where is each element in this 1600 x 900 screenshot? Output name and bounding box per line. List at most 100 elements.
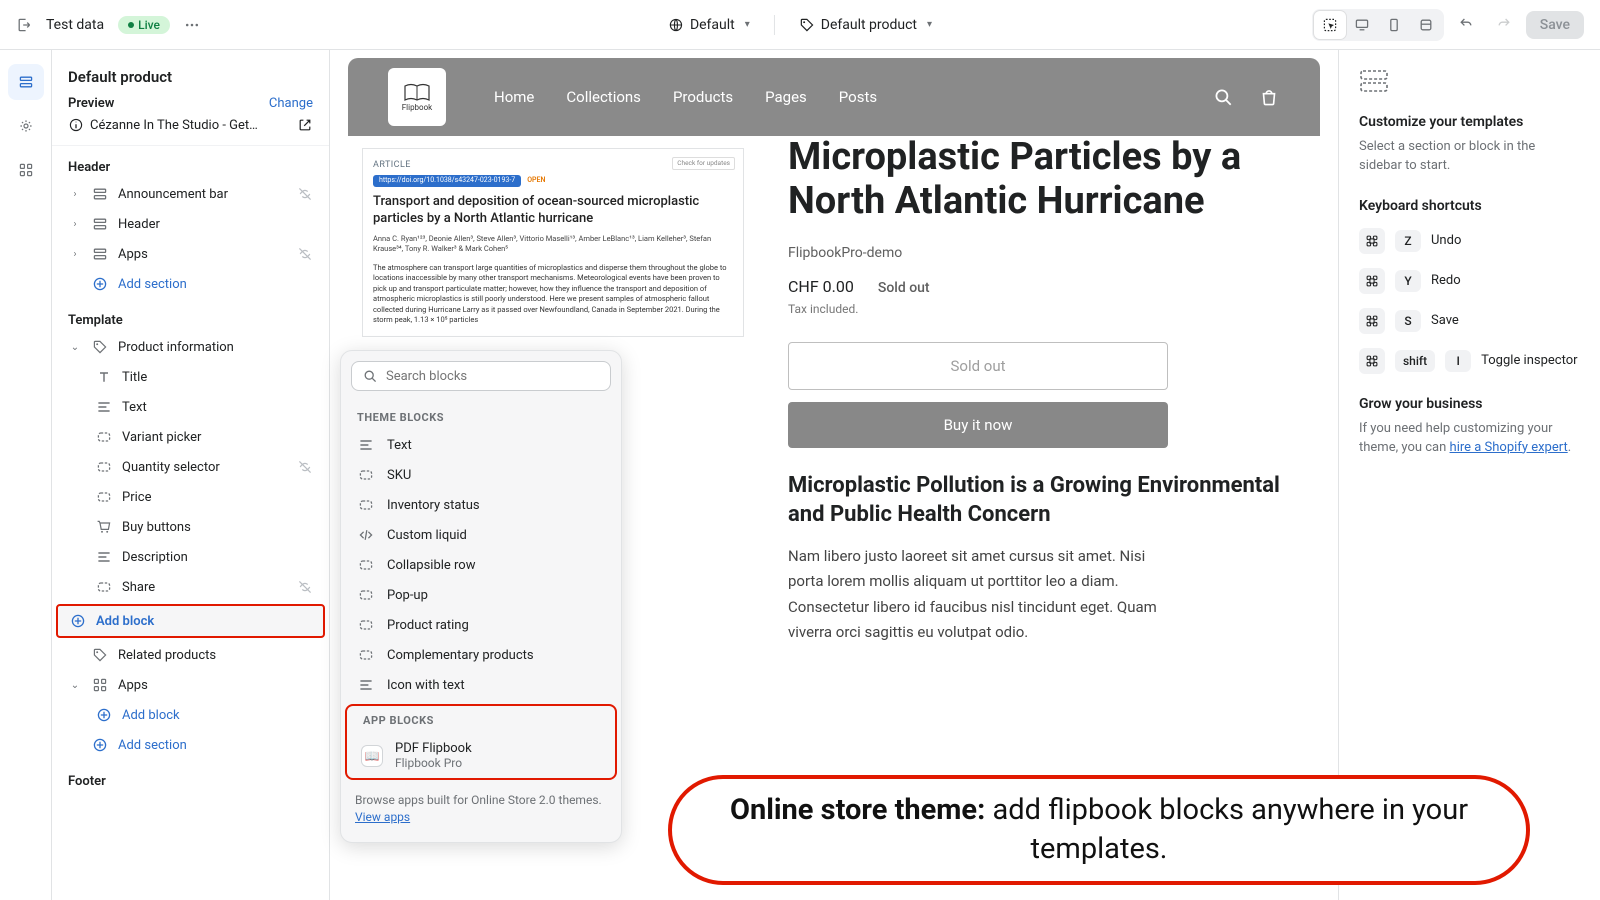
- po-item-collapsible[interactable]: Collapsible row: [341, 550, 621, 580]
- store-cart-icon[interactable]: [1258, 86, 1280, 108]
- info-icon: [68, 117, 84, 133]
- cmd-key-icon: [1359, 228, 1385, 254]
- inspector-toggle[interactable]: [1314, 11, 1346, 39]
- test-data-label: Test data: [46, 17, 104, 33]
- preview-label: Preview: [68, 96, 114, 111]
- more-icon[interactable]: [184, 17, 200, 33]
- block-title[interactable]: Title: [52, 362, 329, 392]
- nav-collections[interactable]: Collections: [566, 88, 641, 106]
- topbar: Test data Live Default Default product S…: [0, 0, 1600, 50]
- rp-heading-customize: Customize your templates: [1359, 114, 1580, 130]
- shortcut-save: SSave: [1359, 308, 1580, 334]
- shortcut-redo: YRedo: [1359, 268, 1580, 294]
- template-label: Default product: [821, 17, 917, 33]
- add-section-link[interactable]: Add section: [52, 269, 329, 299]
- undo-button[interactable]: [1450, 9, 1482, 41]
- sections-tab[interactable]: [8, 64, 44, 100]
- header-item-announcement[interactable]: › Announcement bar: [52, 179, 329, 209]
- store-search-icon[interactable]: [1212, 86, 1234, 108]
- add-block-highlighted: Add block: [56, 604, 325, 638]
- desktop-view[interactable]: [1346, 11, 1378, 39]
- hidden-icon: [297, 459, 313, 475]
- nav-posts[interactable]: Posts: [839, 88, 877, 106]
- product-title: Microplastic Particles by a North Atlant…: [788, 136, 1290, 223]
- nav-pages[interactable]: Pages: [765, 88, 807, 106]
- save-button[interactable]: Save: [1526, 11, 1584, 39]
- product-vendor: FlipbookPro-demo: [788, 245, 1290, 261]
- sections-placeholder-icon: [1359, 66, 1389, 96]
- block-text[interactable]: Text: [52, 392, 329, 422]
- header-item-header[interactable]: › Header: [52, 209, 329, 239]
- block-buy-buttons[interactable]: Buy buttons: [52, 512, 329, 542]
- block-variant-picker[interactable]: Variant picker: [52, 422, 329, 452]
- mobile-view[interactable]: [1378, 11, 1410, 39]
- product-subheading: Microplastic Pollution is a Growing Envi…: [788, 472, 1290, 529]
- product-price: CHF 0.00: [788, 277, 854, 296]
- add-section-link-2[interactable]: Add section: [52, 730, 329, 760]
- variant-label: Default: [690, 17, 735, 33]
- nav-home[interactable]: Home: [494, 88, 534, 106]
- sidebar-title: Default product: [52, 50, 329, 96]
- theme-settings-tab[interactable]: [8, 108, 44, 144]
- preview-change-link[interactable]: Change: [269, 96, 313, 111]
- exit-editor-icon[interactable]: [16, 17, 32, 33]
- storefront-logo[interactable]: Flipbook: [388, 68, 446, 126]
- hire-expert-link[interactable]: hire a Shopify expert: [1450, 440, 1568, 455]
- header-item-apps[interactable]: › Apps: [52, 239, 329, 269]
- nav-rail: [0, 50, 52, 900]
- sidebar: Default product Preview Change Cézanne I…: [52, 50, 330, 900]
- nav-products[interactable]: Products: [673, 88, 733, 106]
- add-block-link[interactable]: Add block: [58, 606, 323, 636]
- hidden-icon: [297, 579, 313, 595]
- search-blocks-input-wrap[interactable]: [351, 361, 611, 391]
- group-template: Template: [52, 299, 329, 332]
- tax-label: Tax included.: [788, 302, 1290, 316]
- block-price[interactable]: Price: [52, 482, 329, 512]
- view-apps-link[interactable]: View apps: [355, 810, 410, 824]
- po-item-rating[interactable]: Product rating: [341, 610, 621, 640]
- rp-text-customize: Select a section or block in the sidebar…: [1359, 138, 1580, 176]
- po-item-inventory[interactable]: Inventory status: [341, 490, 621, 520]
- preview-product[interactable]: Cézanne In The Studio - Get…: [68, 117, 313, 133]
- app-icon: 📖: [361, 745, 383, 767]
- block-quantity[interactable]: Quantity selector: [52, 452, 329, 482]
- globe-icon: [668, 17, 684, 33]
- po-item-icon-text[interactable]: Icon with text: [341, 670, 621, 700]
- popover-footer: Browse apps built for Online Store 2.0 t…: [341, 784, 621, 832]
- cmd-key-icon: [1359, 308, 1385, 334]
- product-body: Nam libero justo laoreet sit amet cursus…: [788, 544, 1168, 646]
- redo-button[interactable]: [1488, 9, 1520, 41]
- check-updates-badge: Check for updates: [672, 157, 735, 170]
- block-description[interactable]: Description: [52, 542, 329, 572]
- apps-tab[interactable]: [8, 152, 44, 188]
- po-app-pdf-flipbook[interactable]: 📖 PDF Flipbook Flipbook Pro: [347, 733, 615, 778]
- fullwidth-view[interactable]: [1410, 11, 1442, 39]
- variant-dropdown[interactable]: Default: [658, 11, 760, 39]
- template-dropdown[interactable]: Default product: [789, 11, 942, 39]
- po-item-complementary[interactable]: Complementary products: [341, 640, 621, 670]
- sold-out-button[interactable]: Sold out: [788, 342, 1168, 390]
- device-toggle: [1312, 9, 1444, 41]
- group-header: Header: [52, 146, 329, 179]
- shortcut-undo: ZUndo: [1359, 228, 1580, 254]
- po-item-liquid[interactable]: Custom liquid: [341, 520, 621, 550]
- sold-out-label: Sold out: [878, 280, 930, 296]
- buy-now-button[interactable]: Buy it now: [788, 402, 1168, 448]
- cmd-key-icon: [1359, 268, 1385, 294]
- search-blocks-input[interactable]: [386, 369, 600, 384]
- po-item-popup[interactable]: Pop-up: [341, 580, 621, 610]
- template-item-apps[interactable]: ⌄Apps: [52, 670, 329, 700]
- live-badge: Live: [118, 16, 170, 34]
- rp-text-grow: If you need help customizing your theme,…: [1359, 420, 1580, 458]
- group-footer: Footer: [52, 760, 329, 793]
- template-item-related[interactable]: Related products: [52, 640, 329, 670]
- annotation-callout: Online store theme: add flipbook blocks …: [668, 775, 1530, 885]
- apps-add-block-link[interactable]: Add block: [52, 700, 329, 730]
- external-link-icon[interactable]: [297, 117, 313, 133]
- tag-icon: [799, 17, 815, 33]
- rp-heading-grow: Grow your business: [1359, 396, 1580, 412]
- po-item-text[interactable]: Text: [341, 430, 621, 460]
- template-item-product-info[interactable]: ⌄ Product information: [52, 332, 329, 362]
- block-share[interactable]: Share: [52, 572, 329, 602]
- po-item-sku[interactable]: SKU: [341, 460, 621, 490]
